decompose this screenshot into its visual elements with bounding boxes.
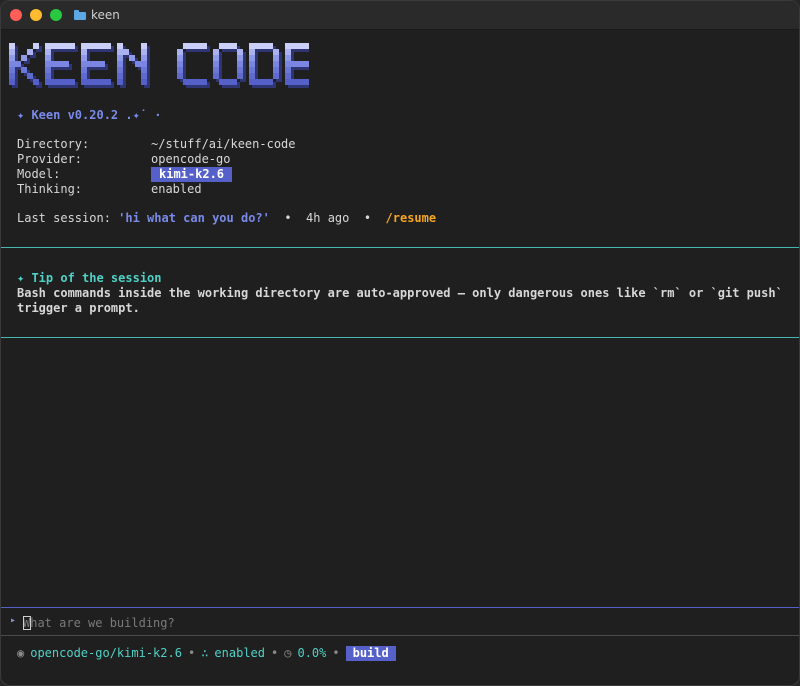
tip-title: ✦ Tip of the session <box>17 271 162 285</box>
provider-value: opencode-go <box>151 152 231 166</box>
model-badge: kimi-k2.6 <box>151 167 233 182</box>
minimize-window-button[interactable] <box>30 9 42 21</box>
status-bar: ◉ opencode-go/kimi-k2.6 • ∴ enabled • ◷ … <box>17 645 396 661</box>
provider-label: Provider: <box>17 152 83 166</box>
resume-command[interactable]: /resume <box>386 211 437 225</box>
version-line: ✦ Keen v0.20.2 .✦˙ · <box>17 108 162 122</box>
separator: • <box>187 646 196 660</box>
window-title-text: keen <box>91 8 120 22</box>
divider <box>1 247 799 248</box>
terminal-window: keen ✦ Keen v0.20.2 .✦˙ · Directory: ~/s… <box>0 0 800 686</box>
separator: • <box>284 211 292 225</box>
text-cursor <box>23 616 31 630</box>
directory-value: ~/stuff/ai/keen-code <box>151 137 296 151</box>
thinking-status-icon: ∴ <box>201 646 209 660</box>
mode-badge[interactable]: build <box>345 645 396 661</box>
maximize-window-button[interactable] <box>50 9 62 21</box>
tip-text-line-2: trigger a prompt. <box>17 301 140 315</box>
folder-icon <box>74 10 86 20</box>
directory-label: Directory: <box>17 137 90 151</box>
separator: • <box>363 211 372 225</box>
prompt-input[interactable] <box>23 615 723 631</box>
last-session-line: Last session: 'hi what can you do?' • 4h… <box>17 211 436 226</box>
last-session-name: 'hi what can you do?' <box>118 211 270 225</box>
status-provider-model: opencode-go/kimi-k2.6 <box>30 646 182 660</box>
window-title: keen <box>74 7 120 23</box>
input-top-border <box>1 607 799 608</box>
last-session-age: 4h ago <box>306 211 350 225</box>
status-context-usage: 0.0% <box>297 646 327 660</box>
context-usage-icon: ◷ <box>284 646 292 660</box>
status-thinking: enabled <box>214 646 265 660</box>
prompt-arrow-icon: ▸ <box>10 615 17 626</box>
divider <box>1 337 799 338</box>
last-session-label: Last session: <box>17 211 111 225</box>
input-bottom-border <box>1 635 799 636</box>
tip-text-line-1: Bash commands inside the working directo… <box>17 286 783 300</box>
thinking-value: enabled <box>151 182 202 196</box>
thinking-label: Thinking: <box>17 182 83 196</box>
title-bar: keen <box>1 1 799 30</box>
keen-code-logo <box>9 43 309 93</box>
model-label: Model: <box>17 167 61 181</box>
prompt-row: ▸ <box>1 609 799 635</box>
provider-status-icon: ◉ <box>17 646 25 660</box>
separator: • <box>332 646 340 660</box>
close-window-button[interactable] <box>10 9 22 21</box>
separator: • <box>271 646 279 660</box>
